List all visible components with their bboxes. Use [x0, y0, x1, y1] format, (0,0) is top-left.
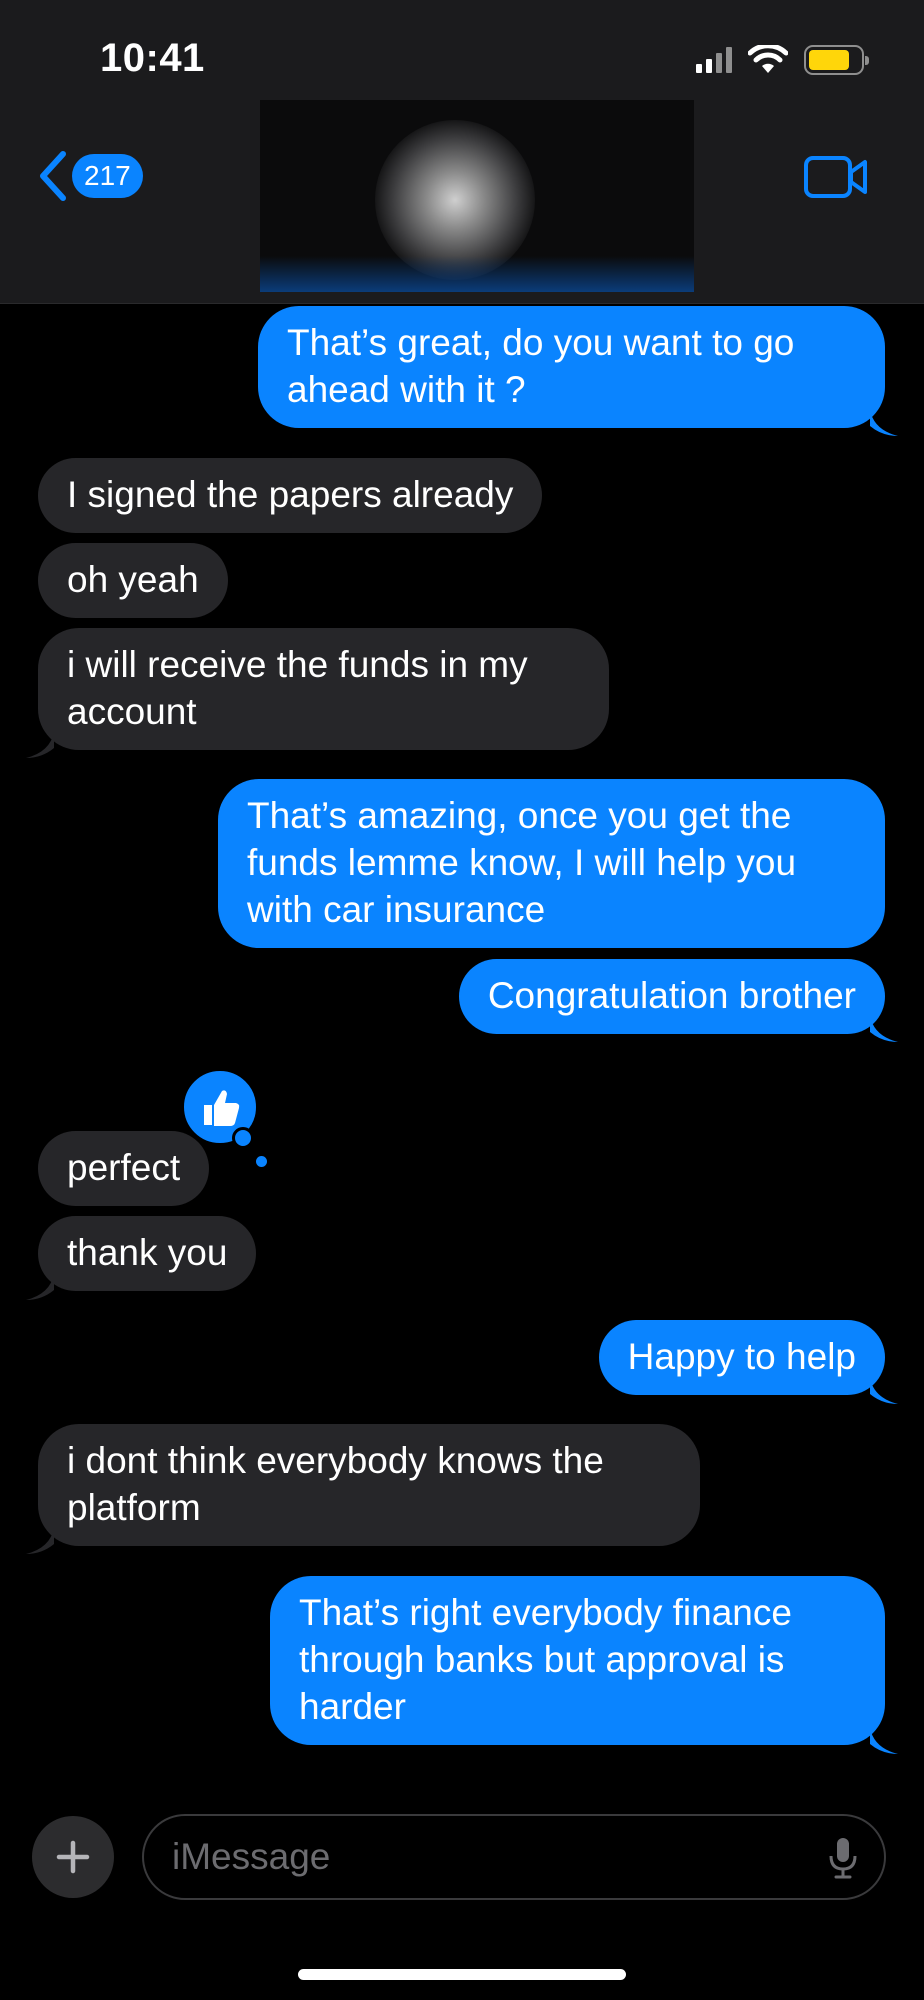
message-bubble-incoming[interactable]: i will receive the funds in my account	[38, 628, 609, 750]
message-text: That’s right everybody finance through b…	[299, 1592, 792, 1727]
microphone-icon	[829, 1838, 857, 1879]
wifi-icon	[748, 45, 788, 73]
message-bubble-incoming[interactable]: perfect	[38, 1131, 210, 1206]
conversation-header: 10:41 217	[0, 0, 924, 304]
bubble-tail	[870, 1378, 898, 1404]
unread-count-badge: 217	[72, 154, 143, 198]
message-text: perfect	[67, 1147, 181, 1188]
message-text: Congratulation brother	[487, 975, 856, 1016]
reaction-tail	[232, 1127, 254, 1149]
back-button[interactable]: 217	[38, 150, 143, 202]
message-text: i will receive the funds in my account	[67, 644, 528, 732]
message-input[interactable]: iMessage	[142, 1814, 886, 1900]
back-chevron-icon	[40, 151, 66, 201]
message-text: That’s great, do you want to go ahead wi…	[287, 322, 795, 410]
message-text: thank you	[67, 1232, 228, 1273]
contact-avatar[interactable]	[260, 100, 694, 292]
message-bubble-outgoing[interactable]: That’s amazing, once you get the funds l…	[218, 779, 885, 948]
message-text: oh yeah	[67, 559, 199, 600]
plus-icon	[56, 1840, 90, 1874]
status-icons	[696, 44, 869, 76]
message-bubble-incoming[interactable]: I signed the papers already	[38, 458, 543, 533]
dictation-button[interactable]	[828, 1836, 858, 1889]
message-text: I signed the papers already	[67, 474, 514, 515]
bubble-tail	[870, 1728, 898, 1754]
status-time: 10:41	[100, 36, 205, 80]
message-text: That’s amazing, once you get the funds l…	[247, 795, 797, 930]
message-bubble-outgoing[interactable]: That’s great, do you want to go ahead wi…	[258, 306, 885, 428]
message-bubble-incoming[interactable]: oh yeah	[38, 543, 228, 618]
bubble-tail	[870, 1016, 898, 1042]
home-indicator[interactable]	[298, 1969, 626, 1980]
video-camera-icon	[804, 156, 867, 198]
thumbs-up-icon	[204, 1090, 240, 1126]
message-bubble-incoming[interactable]: i dont think everybody knows the platfor…	[38, 1424, 700, 1546]
video-call-button[interactable]	[804, 156, 868, 203]
message-text: Happy to help	[627, 1336, 856, 1377]
battery-icon	[804, 45, 869, 75]
message-bubble-outgoing[interactable]: Congratulation brother	[458, 959, 885, 1034]
bubble-tail	[870, 410, 898, 436]
bubble-tail	[26, 1274, 54, 1300]
bubble-tail	[26, 732, 54, 758]
message-bubble-incoming[interactable]: thank you	[38, 1216, 257, 1291]
apps-plus-button[interactable]	[32, 1816, 114, 1898]
reaction-tail	[256, 1156, 267, 1167]
message-text: i dont think everybody knows the platfor…	[67, 1440, 604, 1528]
bubble-tail	[26, 1528, 54, 1554]
message-bubble-outgoing[interactable]: Happy to help	[598, 1320, 885, 1395]
signal-icon	[696, 47, 732, 73]
message-input-placeholder: iMessage	[172, 1836, 331, 1877]
message-bubble-outgoing[interactable]: That’s right everybody finance through b…	[270, 1576, 885, 1745]
